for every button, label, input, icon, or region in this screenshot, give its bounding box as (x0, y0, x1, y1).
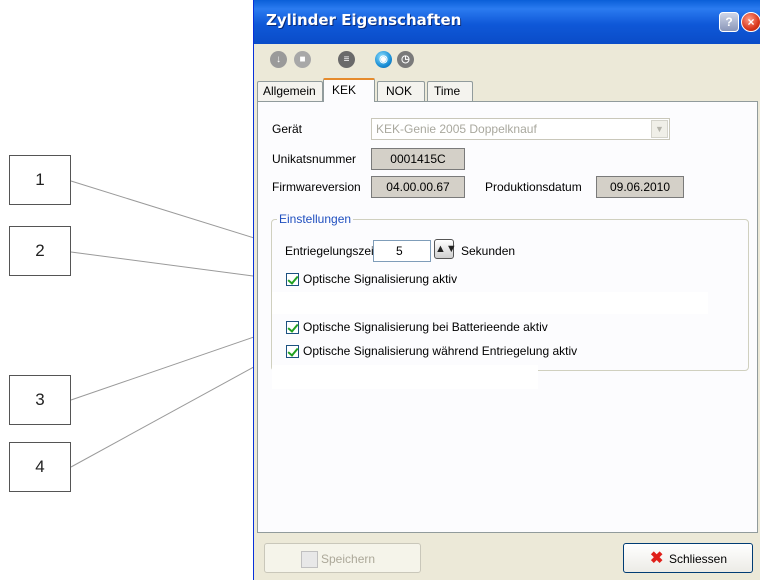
geraet-label: Gerät (272, 122, 303, 136)
entriegelung-input[interactable]: 5 (373, 240, 431, 262)
tab-allgemein[interactable]: Allgemein (257, 81, 323, 101)
chevron-down-icon[interactable]: ▼ (651, 120, 668, 138)
checkbox-label: Optische Signalisierung während Entriege… (303, 344, 578, 358)
close-button[interactable]: ✖ Schliessen (623, 543, 753, 573)
save-button[interactable]: Speichern (264, 543, 421, 573)
list-icon[interactable]: ≡ (338, 51, 355, 68)
clock-icon[interactable]: ◷ (397, 51, 414, 68)
leader-line-1 (70, 180, 284, 248)
overlay-strip (272, 365, 538, 389)
callout-4: 4 (9, 442, 71, 492)
close-x-icon: ✖ (650, 550, 664, 567)
callout-2: 2 (9, 226, 71, 276)
tab-kek[interactable]: KEK (323, 78, 375, 102)
properties-window: Zylinder Eigenschaften ? × ↓ ■ ≡ ◉ ◷ All… (253, 0, 760, 580)
unikat-label: Unikatsnummer (272, 152, 357, 166)
overlay-strip (272, 292, 708, 314)
geraet-select[interactable]: KEK-Genie 2005 Doppelknauf ▼ (371, 118, 670, 140)
stop-icon[interactable]: ■ (294, 51, 311, 68)
leader-line-4 (70, 350, 284, 468)
checkbox-checked[interactable] (286, 273, 299, 286)
spin-updown-icon[interactable]: ▲▼ (434, 239, 457, 259)
leader-line-2 (70, 251, 284, 281)
save-label: Speichern (321, 552, 376, 566)
entriegelung-value: 5 (396, 244, 403, 258)
title-bar: Zylinder Eigenschaften ? × (254, 0, 760, 44)
close-label: Schliessen (669, 552, 728, 566)
tab-nok[interactable]: NOK (377, 81, 425, 101)
leader-line-3 (70, 326, 284, 401)
entriegelung-unit: Sekunden (461, 244, 516, 258)
close-icon[interactable]: × (741, 12, 760, 32)
help-icon[interactable]: ? (719, 12, 739, 32)
checkbox-checked[interactable] (286, 321, 299, 334)
checkbox-label: Optische Signalisierung aktiv (303, 272, 458, 286)
tab-panel-kek: Gerät KEK-Genie 2005 Doppelknauf ▼ Unika… (257, 101, 758, 533)
tab-time[interactable]: Time (427, 81, 473, 101)
download-icon[interactable]: ↓ (270, 51, 287, 68)
entriegelung-label: Entriegelungszeit (285, 244, 378, 258)
unikat-field: 0001415C (371, 148, 465, 170)
firmware-label: Firmwareversion (272, 180, 361, 194)
produktion-field: 09.06.2010 (596, 176, 684, 198)
geraet-value: KEK-Genie 2005 Doppelknauf (376, 122, 537, 136)
produktion-label: Produktionsdatum (485, 180, 582, 194)
firmware-field: 04.00.00.67 (371, 176, 465, 198)
toolbar: ↓ ■ ≡ ◉ ◷ (254, 44, 760, 76)
checkbox-checked[interactable] (286, 345, 299, 358)
group-title: Einstellungen (277, 212, 354, 226)
callout-3: 3 (9, 375, 71, 425)
save-icon (301, 551, 318, 568)
callout-1: 1 (9, 155, 71, 205)
connect-icon[interactable]: ◉ (375, 51, 392, 68)
checkbox-label: Optische Signalisierung bei Batterieende… (303, 320, 548, 334)
window-title: Zylinder Eigenschaften (266, 11, 462, 29)
